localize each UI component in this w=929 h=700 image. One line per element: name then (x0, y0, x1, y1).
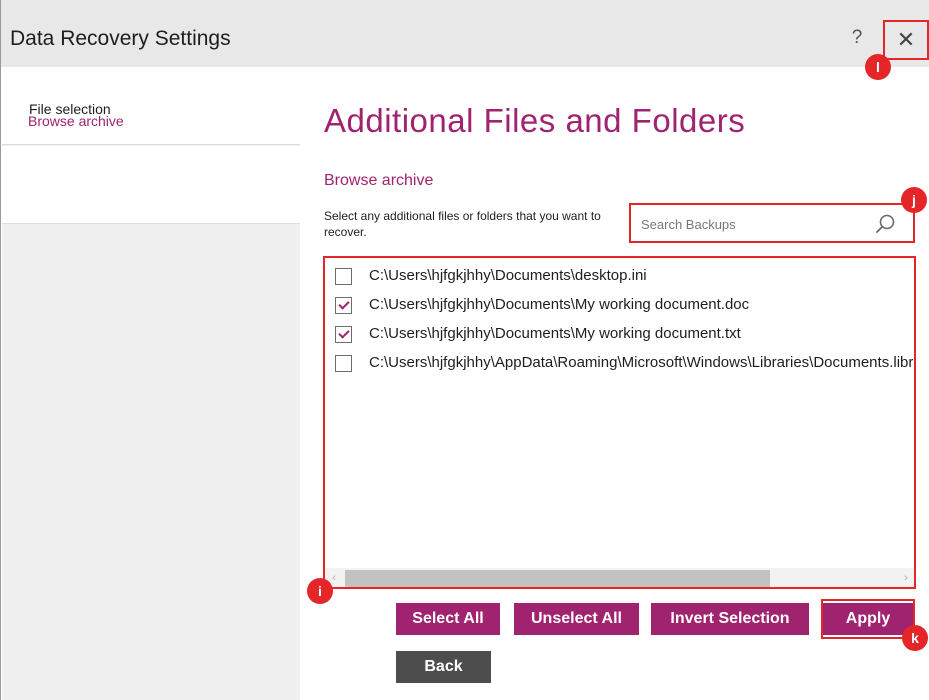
search-icon[interactable] (875, 213, 897, 235)
annotation-marker-l: l (865, 54, 891, 80)
file-path: C:\Users\hjfgkjhhy\AppData\Roaming\Micro… (369, 354, 916, 371)
list-item[interactable]: C:\Users\hjfgkjhhy\Documents\My working … (325, 321, 914, 349)
file-path: C:\Users\hjfgkjhhy\Documents\My working … (369, 296, 750, 313)
unselect-all-button[interactable]: Unselect All (514, 603, 639, 635)
file-path: C:\Users\hjfgkjhhy\Documents\desktop.ini (369, 267, 647, 284)
search-input[interactable] (641, 213, 871, 235)
title-bar: Data Recovery Settings ? ✕ (1, 0, 929, 67)
sidebar-item-file-selection[interactable]: File selection (2, 67, 300, 145)
close-button[interactable]: ✕ (883, 20, 929, 60)
scroll-right-icon[interactable]: › (899, 570, 913, 587)
search-box (629, 203, 915, 243)
invert-selection-button[interactable]: Invert Selection (651, 603, 809, 635)
file-checkbox[interactable] (335, 297, 352, 314)
close-icon: ✕ (896, 27, 916, 52)
annotation-marker-i: i (307, 578, 333, 604)
sidebar-item-label-active: Browse archive (28, 113, 124, 129)
page-title: Additional Files and Folders (324, 102, 746, 139)
data-recovery-settings-window: Data Recovery Settings ? ✕ File selectio… (0, 0, 929, 700)
annotation-marker-j: j (901, 187, 927, 213)
sidebar-item-browse-archive[interactable] (2, 146, 300, 224)
file-path: C:\Users\hjfgkjhhy\Documents\My working … (369, 325, 741, 342)
list-item[interactable]: C:\Users\hjfgkjhhy\Documents\desktop.ini (325, 263, 914, 291)
list-item[interactable]: C:\Users\hjfgkjhhy\AppData\Roaming\Micro… (325, 350, 916, 378)
scrollbar-thumb[interactable] (345, 570, 770, 587)
annotation-marker-k: k (902, 625, 928, 651)
file-checkbox[interactable] (335, 326, 352, 343)
instructions-text: Select any additional files or folders t… (324, 209, 601, 239)
select-all-button[interactable]: Select All (396, 603, 500, 635)
apply-button[interactable]: Apply (823, 603, 913, 635)
back-button[interactable]: Back (396, 651, 491, 683)
section-title: Browse archive (324, 172, 434, 189)
horizontal-scrollbar[interactable]: ‹ › (325, 568, 914, 587)
file-checkbox[interactable] (335, 355, 352, 372)
list-item[interactable]: C:\Users\hjfgkjhhy\Documents\My working … (325, 292, 914, 320)
file-list[interactable]: C:\Users\hjfgkjhhy\Documents\desktop.ini… (323, 256, 916, 589)
window-title: Data Recovery Settings (10, 27, 231, 50)
file-checkbox[interactable] (335, 268, 352, 285)
help-button[interactable]: ? (847, 24, 867, 52)
sidebar: File selection (2, 67, 300, 700)
